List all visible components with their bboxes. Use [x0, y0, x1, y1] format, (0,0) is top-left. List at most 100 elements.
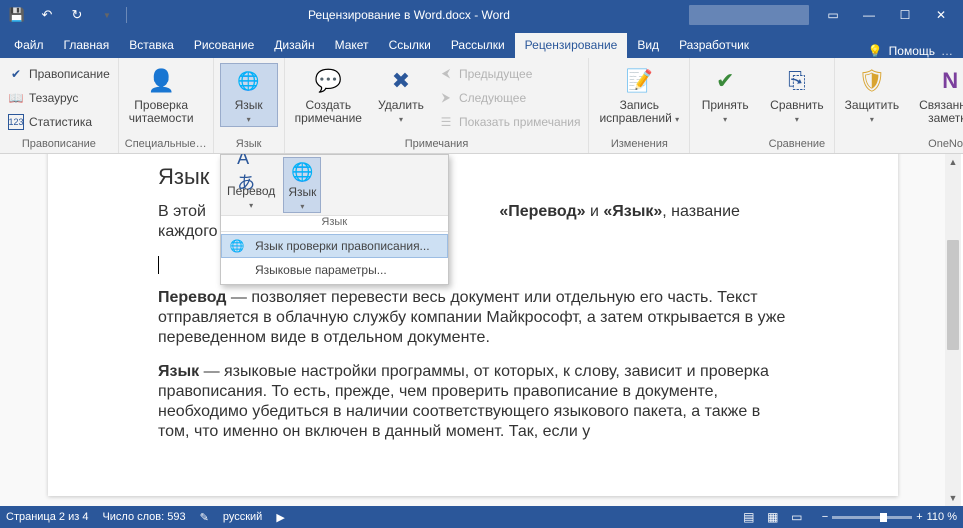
- language-submenu-button[interactable]: 🌐 Язык▾: [283, 157, 321, 213]
- compare-icon: ⎘: [781, 65, 813, 97]
- set-proofing-language-item[interactable]: 🌐 Язык проверки правописания...: [221, 234, 448, 258]
- language-status[interactable]: русский: [223, 511, 262, 523]
- save-button[interactable]: 💾: [4, 4, 30, 26]
- show-comments-button: ☰ Показать примечания: [436, 111, 583, 132]
- doc-paragraph-3: Язык — языковые настройки программы, от …: [158, 362, 788, 442]
- wordcount-button[interactable]: 123 Статистика: [6, 111, 112, 132]
- account-area[interactable]: [689, 5, 809, 25]
- status-bar: Страница 2 из 4 Число слов: 593 ✎ русски…: [0, 506, 963, 528]
- delete-comment-button: ✖ Удалить▾: [372, 63, 430, 127]
- qat-customize[interactable]: ▼: [94, 4, 120, 26]
- tab-references[interactable]: Ссылки: [379, 33, 441, 58]
- page-indicator[interactable]: Страница 2 из 4: [6, 511, 88, 523]
- group-language: 🌐 Язык▾ Язык: [214, 58, 285, 153]
- next-comment-button: ⮞ Следующее: [436, 87, 583, 108]
- language-button[interactable]: 🌐 Язык▾: [220, 63, 278, 127]
- language-preferences-item[interactable]: Языковые параметры...: [221, 258, 448, 282]
- print-layout-button[interactable]: ▦: [762, 508, 784, 526]
- document-page[interactable]: Язык В этой «Перевод» и «Язык», название…: [48, 154, 898, 496]
- dropdown-group-label: Язык: [221, 216, 448, 232]
- window-title: Рецензирование в Word.docx - Word: [129, 8, 689, 22]
- tab-developer[interactable]: Разработчик: [669, 33, 759, 58]
- tab-insert[interactable]: Вставка: [119, 33, 184, 58]
- spelling-label: Правописание: [29, 67, 110, 81]
- group-protect: 🛡 Защитить▾: [835, 58, 909, 153]
- next-icon: ⮞: [438, 90, 454, 106]
- language-icon: 🌐: [233, 65, 265, 97]
- view-modes: ▤ ▦ ▭: [738, 508, 808, 526]
- accessibility-check-button[interactable]: 👤 Проверка читаемости: [125, 63, 198, 127]
- new-comment-icon: 💬: [312, 65, 344, 97]
- scroll-up[interactable]: ▲: [945, 154, 961, 170]
- group-tracking: 📝 Запись исправлений ▾ Изменения: [589, 58, 690, 153]
- language-submenu: 🌐 Язык проверки правописания... Языковые…: [221, 232, 448, 284]
- tab-home[interactable]: Главная: [54, 33, 120, 58]
- statistics-icon: 123: [8, 114, 24, 130]
- group-compare-label: Сравнение: [766, 138, 827, 153]
- minimize-button[interactable]: —: [851, 1, 887, 29]
- protect-button[interactable]: 🛡 Защитить▾: [841, 63, 903, 127]
- word-count[interactable]: Число слов: 593: [102, 511, 185, 523]
- tab-file[interactable]: Файл: [4, 33, 54, 58]
- zoom-slider[interactable]: [832, 516, 912, 519]
- spell-check-status[interactable]: ✎: [200, 511, 209, 524]
- title-bar: 💾 ↶ ↻ ▼ Рецензирование в Word.docx - Wor…: [0, 0, 963, 30]
- compare-button[interactable]: ⎘ Сравнить▾: [766, 63, 827, 127]
- tab-layout[interactable]: Макет: [325, 33, 379, 58]
- tab-view[interactable]: Вид: [627, 33, 669, 58]
- new-comment-button[interactable]: 💬 Создать примечание: [291, 63, 366, 127]
- zoom-control: − + 110 %: [822, 511, 957, 523]
- close-button[interactable]: ✕: [923, 1, 959, 29]
- vertical-scrollbar[interactable]: ▲ ▼: [945, 154, 961, 506]
- group-compare: ⎘ Сравнить▾ Сравнение: [760, 58, 834, 153]
- zoom-out-button[interactable]: −: [822, 511, 828, 523]
- web-layout-button[interactable]: ▭: [786, 508, 808, 526]
- group-accessibility-label: Специальные…: [125, 138, 207, 153]
- thesaurus-label: Тезаурус: [29, 91, 78, 105]
- group-onenote: N Связанные заметки OneNote: [909, 58, 963, 153]
- accept-button[interactable]: ✔ Принять▾: [696, 63, 754, 127]
- zoom-in-button[interactable]: +: [916, 511, 922, 523]
- translate-icon: Aあ: [237, 157, 265, 185]
- document-area: Язык В этой «Перевод» и «Язык», название…: [0, 154, 963, 506]
- undo-button[interactable]: ↶: [34, 4, 60, 26]
- prev-comment-button: ⮜ Предыдущее: [436, 63, 583, 84]
- ribbon-display-options[interactable]: ▭: [815, 1, 851, 29]
- maximize-button[interactable]: ☐: [887, 1, 923, 29]
- group-changes: ✔ Принять▾: [690, 58, 760, 153]
- help-label: Помощь: [889, 44, 935, 58]
- redo-button[interactable]: ↻: [64, 4, 90, 26]
- tell-me[interactable]: 💡 Помощь …: [868, 44, 959, 58]
- delete-comment-icon: ✖: [385, 65, 417, 97]
- accept-icon: ✔: [709, 65, 741, 97]
- quick-access-toolbar: 💾 ↶ ↻ ▼: [4, 4, 129, 26]
- linked-notes-button[interactable]: N Связанные заметки: [915, 63, 963, 127]
- language-globe-icon: 🌐: [288, 158, 316, 186]
- group-language-label: Язык: [220, 138, 278, 153]
- track-changes-button[interactable]: 📝 Запись исправлений ▾: [595, 63, 683, 127]
- prev-icon: ⮜: [438, 66, 454, 82]
- scroll-down[interactable]: ▼: [945, 490, 961, 506]
- group-proofing: ✔︎ Правописание 📖 Тезаурус 123 Статистик…: [0, 58, 119, 153]
- tab-draw[interactable]: Рисование: [184, 33, 264, 58]
- lightbulb-icon: 💡: [868, 44, 883, 58]
- accessibility-icon: 👤: [145, 65, 177, 97]
- group-proofing-label: Правописание: [6, 138, 112, 153]
- track-changes-icon: 📝: [623, 65, 655, 97]
- spelling-icon: ✔︎: [8, 66, 24, 82]
- tab-design[interactable]: Дизайн: [264, 33, 324, 58]
- tab-review[interactable]: Рецензирование: [515, 33, 628, 58]
- zoom-level[interactable]: 110 %: [927, 511, 957, 523]
- scroll-thumb[interactable]: [947, 240, 959, 350]
- show-comments-icon: ☰: [438, 114, 454, 130]
- thesaurus-button[interactable]: 📖 Тезаурус: [6, 87, 112, 108]
- translate-button[interactable]: Aあ Перевод▾: [221, 155, 281, 215]
- ribbon: ✔︎ Правописание 📖 Тезаурус 123 Статистик…: [0, 58, 963, 154]
- group-tracking-label: Изменения: [595, 138, 683, 153]
- macro-status[interactable]: ▶: [276, 511, 284, 524]
- spelling-button[interactable]: ✔︎ Правописание: [6, 63, 112, 84]
- read-mode-button[interactable]: ▤: [738, 508, 760, 526]
- statistics-label: Статистика: [29, 115, 92, 129]
- ribbon-tabs: Файл Главная Вставка Рисование Дизайн Ма…: [0, 30, 963, 58]
- tab-mailings[interactable]: Рассылки: [441, 33, 515, 58]
